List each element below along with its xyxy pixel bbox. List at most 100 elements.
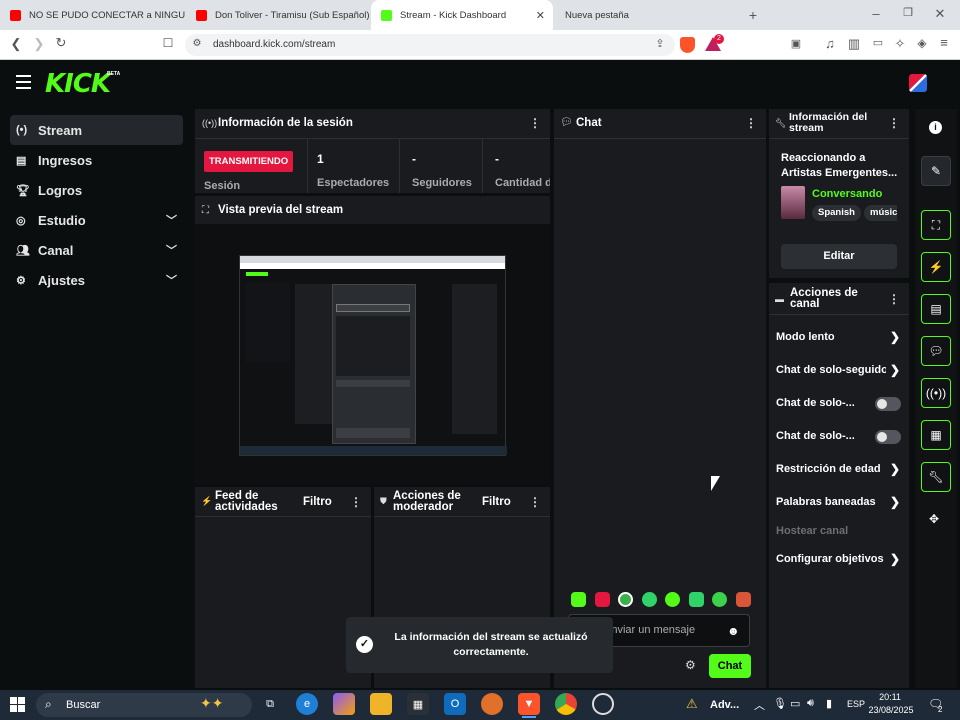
brave-icon[interactable]: ▼: [518, 693, 540, 715]
volume-icon[interactable]: 🔊︎: [807, 697, 814, 710]
sidebar-toggle-icon[interactable]: ▣: [788, 37, 804, 50]
emoji-icon[interactable]: ☻: [727, 624, 740, 638]
more-options-icon[interactable]: ⋮: [888, 116, 900, 130]
store-icon[interactable]: ▦: [407, 693, 429, 715]
wallet-icon[interactable]: ▭: [870, 36, 886, 49]
tag-chip[interactable]: Spanish: [812, 205, 861, 221]
action-slow-mode[interactable]: Modo lento: [776, 331, 902, 343]
emote-icon[interactable]: [641, 592, 657, 607]
edit-button[interactable]: Editar: [781, 244, 897, 269]
info-icon[interactable]: i: [929, 121, 942, 134]
sidebar-item-stream[interactable]: (•) Stream: [10, 115, 183, 145]
tool-button[interactable]: ▦: [921, 420, 951, 450]
filter-button[interactable]: Filtro: [482, 496, 511, 508]
clock-time[interactable]: 20:11: [870, 692, 910, 702]
emote-icon[interactable]: [688, 592, 704, 607]
minimize-icon[interactable]: –: [868, 6, 884, 21]
reading-list-icon[interactable]: ▥: [846, 36, 862, 52]
address-bar[interactable]: dashboard.kick.com/stream: [185, 34, 675, 56]
kick-logo[interactable]: KICK: [45, 69, 111, 99]
toggle-switch[interactable]: [875, 397, 901, 411]
network-icon[interactable]: ▭: [790, 697, 800, 710]
share-icon[interactable]: ⇪: [652, 37, 668, 50]
emote-icon[interactable]: [594, 592, 610, 607]
hamburger-menu-icon[interactable]: [16, 75, 31, 89]
tray-overflow-icon[interactable]: ︿: [754, 697, 765, 713]
tag-chip[interactable]: músic: [864, 205, 897, 221]
add-widget-icon[interactable]: ✥: [929, 512, 939, 526]
gear-icon[interactable]: ⚙: [685, 658, 696, 672]
site-info-icon[interactable]: ⚙: [191, 38, 203, 49]
category-thumbnail[interactable]: [781, 186, 805, 219]
emote-icon[interactable]: [571, 592, 586, 607]
more-options-icon[interactable]: ⋮: [529, 495, 541, 509]
brave-shields-icon[interactable]: [680, 37, 695, 53]
leo-ai-icon[interactable]: ✧: [892, 36, 908, 52]
browser-tab-active[interactable]: Stream - Kick Dashboard ✕: [371, 0, 553, 30]
browser-tab[interactable]: Don Toliver - Tiramisu (Sub Español): [186, 0, 371, 30]
chevron-right-icon[interactable]: ❯: [890, 330, 900, 344]
action-goals[interactable]: Configurar objetivos: [776, 553, 902, 565]
category-link[interactable]: Conversando: [812, 188, 882, 200]
emote-icon[interactable]: [712, 592, 728, 607]
weather-text[interactable]: Adv...: [710, 699, 739, 711]
reload-icon[interactable]: ↻: [53, 35, 69, 51]
action-banned-words[interactable]: Palabras baneadas: [776, 496, 902, 508]
chevron-right-icon[interactable]: ❯: [890, 462, 900, 476]
more-options-icon[interactable]: ⋮: [745, 116, 757, 130]
tool-button[interactable]: 🔧︎: [921, 462, 951, 492]
firefox-icon[interactable]: [481, 693, 503, 715]
tool-button[interactable]: ⛶: [921, 210, 951, 240]
forward-icon[interactable]: ❯: [31, 36, 47, 52]
sidebar-item-estudio[interactable]: ◎ Estudio ﹀: [10, 205, 183, 235]
browser-tab[interactable]: NO SE PUDO CONECTAR a NINGUN: [0, 0, 185, 30]
obs-icon[interactable]: [592, 693, 614, 715]
chevron-right-icon[interactable]: ❯: [890, 495, 900, 509]
filter-button[interactable]: Filtro: [303, 496, 332, 508]
maximize-icon[interactable]: ❐: [900, 6, 916, 19]
windows-start-icon[interactable]: [10, 697, 25, 712]
more-options-icon[interactable]: ⋮: [350, 495, 362, 509]
close-window-icon[interactable]: ✕: [932, 6, 948, 22]
task-view-icon[interactable]: ⧉: [259, 693, 281, 715]
file-explorer-icon[interactable]: [370, 693, 392, 715]
vpn-icon[interactable]: ◈: [914, 36, 930, 50]
action-followers-only[interactable]: Chat de solo-seguido: [776, 364, 886, 376]
sidebar-item-logros[interactable]: 🏆︎ Logros: [10, 175, 183, 205]
clock-date[interactable]: 23/08/2025: [866, 705, 916, 715]
emote-icon[interactable]: [618, 592, 634, 607]
sidebar-item-ingresos[interactable]: ▤ Ingresos: [10, 145, 183, 175]
chrome-icon[interactable]: [555, 693, 577, 715]
edit-layout-button[interactable]: ✎: [921, 156, 951, 186]
microphone-icon[interactable]: 🎙︎: [773, 697, 787, 710]
browser-tab[interactable]: Nueva pestaña: [555, 0, 745, 30]
edge-icon[interactable]: e: [296, 693, 318, 715]
language-indicator[interactable]: ESP: [847, 699, 865, 709]
more-options-icon[interactable]: ⋮: [888, 292, 900, 306]
send-chat-button[interactable]: Chat: [709, 654, 751, 678]
more-options-icon[interactable]: ⋮: [529, 116, 541, 130]
close-tab-icon[interactable]: ✕: [536, 9, 545, 22]
copilot-icon[interactable]: [333, 693, 355, 715]
music-icon[interactable]: ♫: [822, 36, 838, 51]
sidebar-item-canal[interactable]: 👥︎ Canal ﹀: [10, 235, 183, 265]
outlook-icon[interactable]: O: [444, 693, 466, 715]
tool-button[interactable]: ▤: [921, 294, 951, 324]
brave-rewards-icon[interactable]: 2: [705, 34, 724, 53]
emote-icon[interactable]: [665, 592, 681, 607]
chevron-right-icon[interactable]: ❯: [890, 552, 900, 566]
battery-icon[interactable]: ▮: [826, 697, 832, 710]
toggle-switch[interactable]: [875, 430, 901, 444]
avatar[interactable]: [909, 74, 927, 92]
new-tab-button[interactable]: +: [745, 7, 761, 23]
back-icon[interactable]: ❮: [8, 36, 24, 52]
chevron-right-icon[interactable]: ❯: [890, 363, 900, 377]
sidebar-item-ajustes[interactable]: ⚙ Ajustes ﹀: [10, 265, 183, 295]
emote-icon[interactable]: [735, 592, 751, 607]
action-age-restriction[interactable]: Restricción de edad: [776, 463, 902, 475]
tool-button[interactable]: ((•)): [921, 378, 951, 408]
tool-button[interactable]: 💬︎: [921, 336, 951, 366]
tool-button[interactable]: ⚡: [921, 252, 951, 282]
bookmark-icon[interactable]: ☐: [160, 36, 176, 50]
menu-icon[interactable]: ≡: [936, 35, 952, 50]
